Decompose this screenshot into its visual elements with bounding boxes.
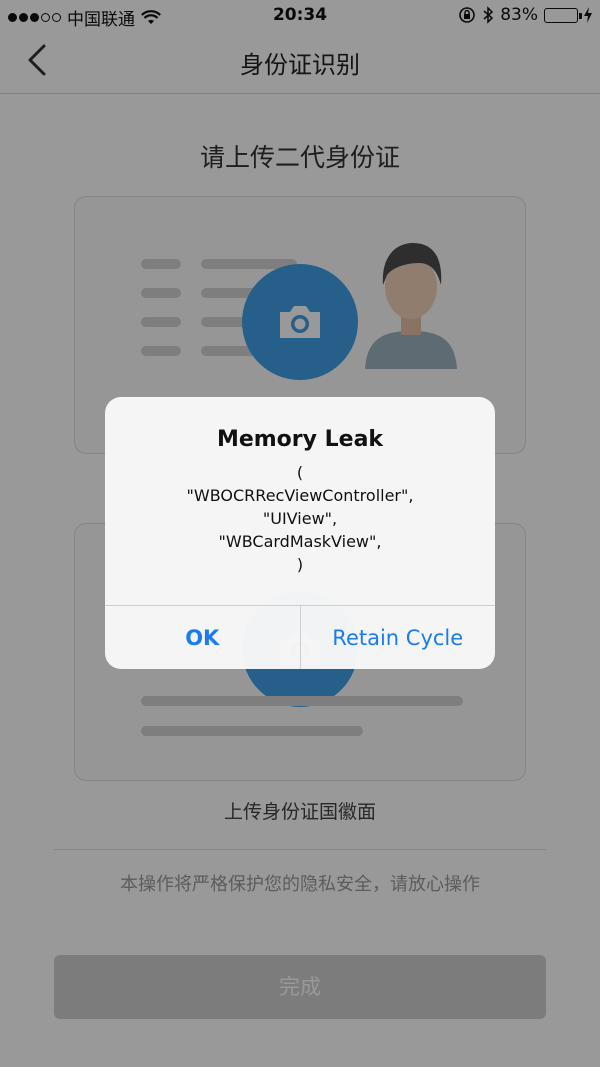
alert-message-line: "WBCardMaskView", bbox=[218, 532, 382, 551]
alert-actions: OK Retain Cycle bbox=[105, 605, 495, 669]
alert-title: Memory Leak bbox=[216, 427, 384, 452]
memory-leak-alert: Memory Leak ( "WBOCRRecViewController", … bbox=[105, 397, 495, 669]
retain-cycle-button[interactable]: Retain Cycle bbox=[301, 606, 496, 669]
alert-message-line: "UIView", bbox=[262, 509, 338, 528]
alert-message-line: "WBOCRRecViewController", bbox=[186, 486, 414, 505]
alert-message-line: ( bbox=[296, 463, 304, 482]
alert-message: ( "WBOCRRecViewController", "UIView", "W… bbox=[105, 461, 495, 576]
alert-message-line: ) bbox=[296, 555, 304, 574]
ok-button[interactable]: OK bbox=[105, 606, 301, 669]
